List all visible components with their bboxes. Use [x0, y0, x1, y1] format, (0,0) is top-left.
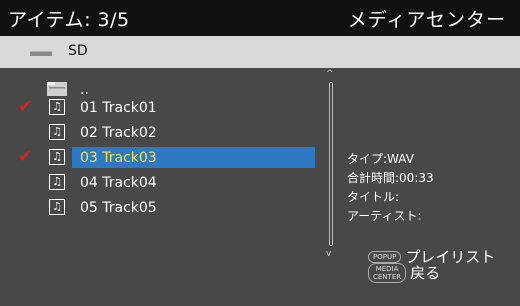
info-total-time: 合計時間:00:33: [347, 171, 434, 185]
info-type: タイプ:WAV: [347, 152, 414, 166]
check-mark-icon: ✔: [18, 147, 33, 167]
scrollbar[interactable]: ^ v: [326, 70, 335, 259]
path-bar: SD: [0, 36, 520, 68]
path-label: SD: [68, 43, 88, 59]
folder-up-icon: [47, 82, 67, 96]
music-note-icon: ♫: [49, 199, 65, 215]
music-note-icon: ♫: [49, 149, 65, 165]
list-item-selected[interactable]: ✔ ♫ 03 Track03: [0, 146, 320, 170]
list-item-label: 05 Track05: [80, 200, 157, 216]
back-hint-text: 戻る: [410, 264, 441, 282]
list-item[interactable]: ♫ 04 Track04: [0, 171, 320, 195]
back-hint: MEDIA CENTER 戻る: [368, 262, 440, 283]
list-item-label: 03 Track03: [80, 150, 157, 166]
track-info-panel: タイプ:WAV 合計時間:00:33 タイトル: アーティスト:: [347, 150, 434, 226]
scroll-track[interactable]: [329, 82, 333, 246]
scroll-up-arrow-icon[interactable]: ^: [326, 70, 334, 79]
title-bar: アイテム: 3/5 メディアセンター: [0, 0, 520, 36]
music-note-icon: ♫: [49, 174, 65, 190]
list-item[interactable]: ✔ ♫ 01 Track01: [0, 96, 320, 120]
scroll-down-arrow-icon[interactable]: v: [326, 250, 331, 259]
music-note-icon: ♫: [49, 124, 65, 140]
info-artist: アーティスト:: [347, 209, 422, 223]
music-note-icon: ♫: [49, 99, 65, 115]
list-item-label: 02 Track02: [80, 125, 157, 141]
badge-line1: MEDIA: [375, 264, 399, 273]
drive-icon: [30, 51, 52, 56]
media-center-button-badge: MEDIA CENTER: [368, 262, 407, 283]
check-mark-icon: ✔: [18, 97, 33, 117]
badge-line2: CENTER: [373, 272, 402, 281]
item-counter: アイテム: 3/5: [8, 9, 130, 31]
list-item[interactable]: ♫ 05 Track05: [0, 196, 320, 220]
list-item-label: 01 Track01: [80, 100, 157, 116]
screen-title: メディアセンター: [347, 9, 506, 31]
info-title: タイトル:: [347, 190, 400, 204]
list-item-label: 04 Track04: [80, 175, 157, 191]
file-browser-panel: .. ✔ ♫ 01 Track01 ♫ 02 Track02 ✔ ♫ 03 Tr…: [0, 68, 520, 306]
popup-button-badge: POPUP: [368, 250, 402, 263]
list-item[interactable]: ♫ 02 Track02: [0, 121, 320, 145]
